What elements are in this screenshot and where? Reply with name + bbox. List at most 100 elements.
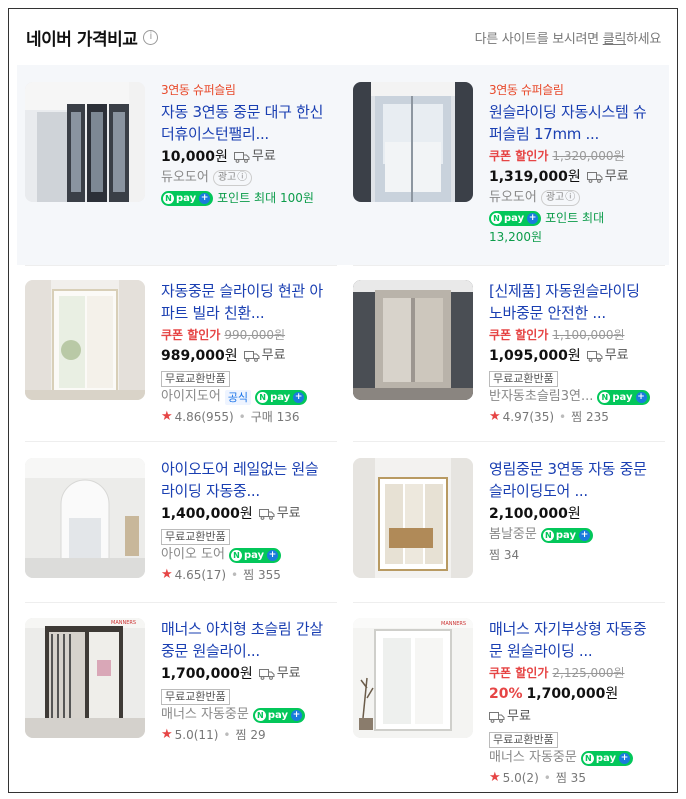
official-badge: 공식	[224, 389, 252, 405]
svg-text:MANNERS: MANNERS	[111, 620, 136, 626]
seller-name[interactable]: 듀오도어	[489, 188, 537, 208]
npay-badge: Npay +	[597, 389, 650, 405]
free-return-badge: 무료교환반품	[161, 689, 230, 705]
product-image[interactable]	[353, 280, 473, 400]
shipping-fee: 무료	[604, 348, 629, 363]
seller-name[interactable]: 아이오 도어	[161, 545, 225, 565]
product-card[interactable]: 자동중문 슬라이딩 현관 아파트 빌라 친환... 쿠폰 할인가 990,000원…	[25, 280, 337, 427]
product-image[interactable]	[25, 458, 145, 578]
rating: 5.0	[174, 728, 194, 742]
other-sites-link[interactable]: 클릭	[603, 32, 627, 47]
seller-name[interactable]: 매너스 자동중문	[489, 748, 577, 768]
price-row: 1,400,000 원 무료	[161, 503, 329, 525]
ad-badge[interactable]: 광고 ⓘ	[540, 190, 581, 206]
product-card[interactable]: [신제품] 자동원슬라이딩 노바중문 안전한 ... 쿠폰 할인가 1,100,0…	[353, 280, 665, 427]
naver-n-icon: N	[230, 549, 242, 561]
truck-icon	[586, 351, 603, 362]
plus-icon: +	[527, 212, 539, 224]
price-row: 1,700,000 원 무료	[161, 663, 329, 685]
rating: 4.65	[174, 568, 202, 582]
product-image[interactable]: MANNERS	[25, 618, 145, 738]
product-image[interactable]	[353, 82, 473, 202]
divider	[25, 265, 337, 266]
rating-count: (2)	[521, 771, 539, 785]
rating-row: ★ 4.86 (955) • 구매 136	[161, 407, 329, 427]
svg-text:MANNERS: MANNERS	[441, 621, 466, 627]
wish-count: 찜 235	[571, 410, 609, 424]
point-amount: 13,200원	[489, 230, 543, 244]
npay-badge: Npay +	[228, 547, 282, 563]
product-card[interactable]: MANNERS 매너스 자기부상형 자동중문 원슬라이딩 ... 쿠폰 할인가 2…	[353, 618, 665, 788]
product-image[interactable]	[25, 82, 145, 202]
point-text: 포인트 최대 100원	[217, 191, 314, 205]
product-card[interactable]: 3연동 슈퍼슬림 자동 3연동 중문 대구 한신더휴이스턴팰리... 10,00…	[25, 82, 337, 208]
product-title-link[interactable]: 매너스 자기부상형 자동중문 원슬라이딩 ...	[489, 618, 657, 662]
product-card[interactable]: 아이오도어 레일없는 원슬라이딩 자동중... 1,400,000 원 무료 무료…	[25, 458, 337, 585]
price: 10,000	[161, 149, 216, 165]
point-text: 포인트 최대	[545, 211, 605, 225]
shipping-fee: 무료	[276, 666, 301, 681]
rating-count: (11)	[193, 728, 219, 742]
price-row: 989,000 원 무료	[161, 345, 329, 367]
info-icon: ⓘ	[237, 172, 248, 183]
seller-name[interactable]: 봄날중문	[489, 525, 537, 545]
original-price: 1,320,000원	[552, 149, 625, 163]
naver-n-icon: N	[582, 752, 594, 764]
seller-name[interactable]: 반자동초슬림3연...	[489, 387, 593, 407]
product-title-link[interactable]: 원슬라이딩 자동시스템 슈퍼슬림 17mm ...	[489, 101, 657, 145]
info-icon: ⓘ	[565, 192, 576, 203]
shipping-fee: 무료	[251, 149, 276, 164]
star-icon: ★	[161, 409, 173, 424]
truck-icon	[258, 509, 275, 520]
npay-badge: Npay +	[489, 210, 542, 226]
product-title-link[interactable]: 자동 3연동 중문 대구 한신더휴이스턴팰리...	[161, 101, 329, 145]
rating-row: ★ 5.0 (2) • 찜 35	[489, 768, 657, 788]
seller-name[interactable]: 매너스 자동중문	[161, 705, 249, 725]
plus-icon: +	[290, 709, 302, 721]
plus-icon: +	[618, 752, 630, 764]
product-title-link[interactable]: [신제품] 자동원슬라이딩 노바중문 안전한 ...	[489, 280, 657, 324]
naver-n-icon: N	[599, 391, 611, 403]
product-card[interactable]: 영림중문 3연동 자동 중문 슬라이딩도어 ... 2,100,000 원 봄날중…	[353, 458, 665, 578]
naver-n-icon: N	[491, 212, 502, 224]
product-title-link[interactable]: 아이오도어 레일없는 원슬라이딩 자동중...	[161, 458, 329, 502]
product-card[interactable]: 3연동 슈퍼슬림 원슬라이딩 자동시스템 슈퍼슬림 17mm ... 쿠폰 할인…	[353, 82, 665, 246]
wish-count: 찜 35	[555, 771, 586, 785]
coupon-label: 쿠폰 할인가	[489, 149, 549, 163]
info-icon[interactable]: i	[143, 29, 159, 45]
shipping-row: 무료	[489, 706, 657, 728]
ad-badge[interactable]: 광고 ⓘ	[212, 170, 253, 186]
other-sites-note: 다른 사이트를 보시려면 클릭하세요	[474, 31, 662, 47]
product-title-link[interactable]: 자동중문 슬라이딩 현관 아파트 빌라 친환...	[161, 280, 329, 324]
plus-icon: +	[293, 391, 305, 403]
rating-count: (35)	[529, 410, 555, 424]
plus-icon: +	[267, 549, 279, 561]
seller-name[interactable]: 듀오도어	[161, 168, 209, 188]
price-row: 1,095,000 원 무료	[489, 345, 657, 367]
truck-icon	[233, 152, 250, 163]
product-image[interactable]: MANNERS	[353, 618, 473, 738]
free-return-badge: 무료교환반품	[161, 371, 230, 387]
coupon-row: 쿠폰 할인가 990,000원	[161, 326, 329, 344]
star-icon: ★	[161, 567, 173, 582]
product-title-link[interactable]: 매너스 아치형 초슬림 간살중문 원슬라이...	[161, 618, 329, 662]
free-return-badge: 무료교환반품	[489, 732, 558, 748]
rating-row: ★ 4.65 (17) • 찜 355	[161, 565, 329, 585]
naver-n-icon: N	[257, 391, 269, 403]
seller-name[interactable]: 아이지도어	[161, 387, 221, 407]
original-price: 2,125,000원	[552, 666, 625, 680]
product-card[interactable]: MANNERS 매너스 아치형 초슬림 간살중문 원슬라이... 1,700,0…	[25, 618, 337, 745]
price-compare-panel: 네이버 가격비교 i 다른 사이트를 보시려면 클릭하세요 3연동 슈퍼슬림 자…	[8, 8, 678, 793]
product-title-link[interactable]: 영림중문 3연동 자동 중문 슬라이딩도어 ...	[489, 458, 657, 502]
rating-row: ★ 5.0 (11) • 찜 29	[161, 725, 329, 745]
star-icon: ★	[161, 727, 173, 742]
promo-tag: 3연동 슈퍼슬림	[161, 83, 236, 97]
shipping-fee: 무료	[276, 506, 301, 521]
naver-n-icon: N	[542, 529, 554, 541]
plus-icon: +	[635, 391, 647, 403]
product-image[interactable]	[25, 280, 145, 400]
truck-icon	[243, 351, 260, 362]
wish-count: 찜 355	[243, 568, 281, 582]
product-image[interactable]	[353, 458, 473, 578]
coupon-label: 쿠폰 할인가	[489, 666, 549, 680]
